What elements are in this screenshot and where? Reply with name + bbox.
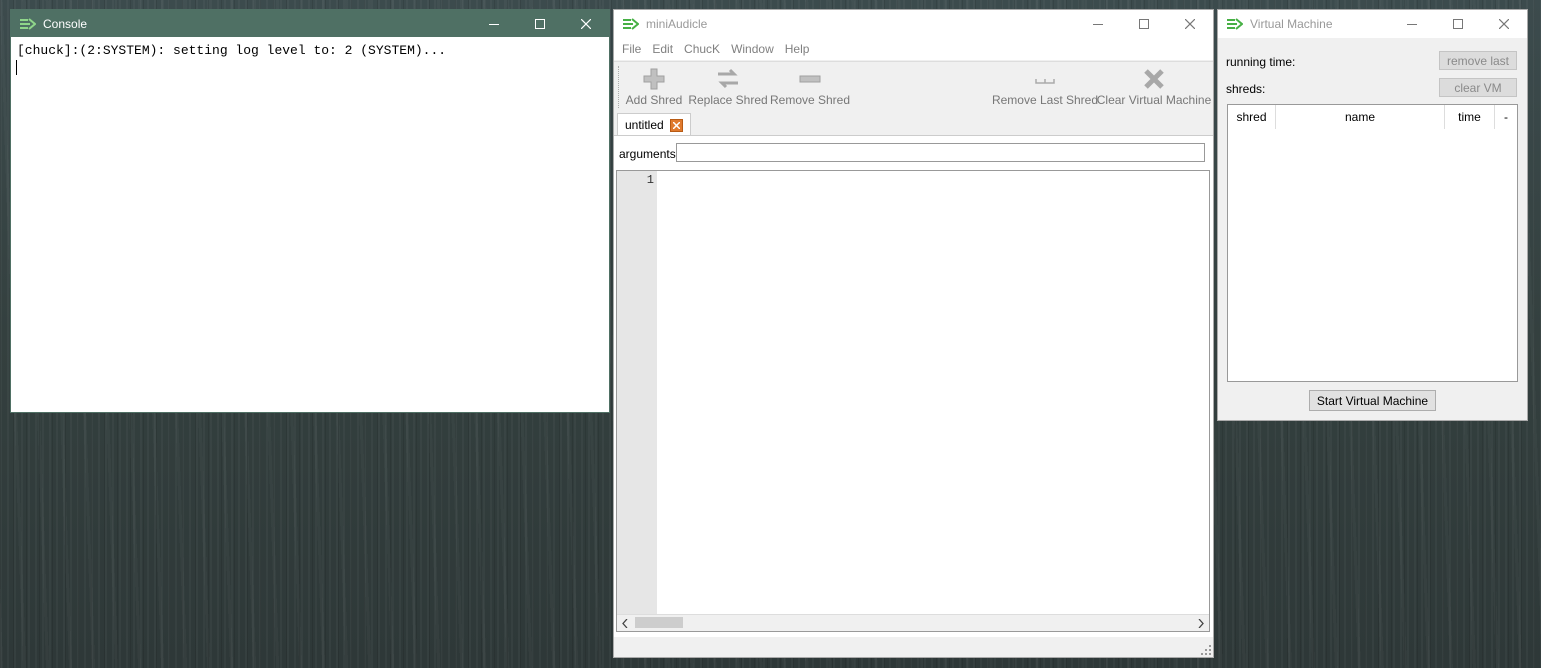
clear-vm-small-button[interactable]: clear VM xyxy=(1439,78,1517,97)
arguments-input[interactable] xyxy=(676,143,1205,162)
menu-edit[interactable]: Edit xyxy=(652,42,673,56)
menu-window[interactable]: Window xyxy=(731,42,774,56)
remove-last-shred-button[interactable]: Remove Last Shred xyxy=(992,62,1098,112)
menubar: File Edit ChucK Window Help xyxy=(614,38,1213,60)
tab-label: untitled xyxy=(625,118,664,132)
running-time-label: running time: xyxy=(1226,55,1296,69)
vm-titlebar[interactable]: Virtual Machine xyxy=(1218,10,1527,38)
remove-shred-button[interactable]: Remove Shred xyxy=(770,62,850,112)
resize-grip-icon[interactable] xyxy=(1201,645,1211,655)
remove-last-button[interactable]: remove last xyxy=(1439,51,1517,70)
start-vm-button[interactable]: Start Virtual Machine xyxy=(1309,390,1436,411)
console-window: Console [chuck]:(2:SYSTEM): setting log … xyxy=(10,9,610,413)
minimize-icon[interactable] xyxy=(1389,10,1435,38)
tab-untitled[interactable]: untitled xyxy=(617,113,691,136)
shreds-label: shreds: xyxy=(1226,82,1266,96)
scroll-left-icon[interactable] xyxy=(617,615,633,631)
column-header-name[interactable]: name xyxy=(1276,105,1445,129)
close-icon[interactable] xyxy=(563,10,609,37)
remove-last-icon xyxy=(1035,79,1055,84)
chuck-logo-icon xyxy=(1227,18,1244,30)
column-header-remove[interactable]: - xyxy=(1495,105,1517,129)
miniaudicle-title: miniAudicle xyxy=(646,17,708,31)
close-icon[interactable] xyxy=(1481,10,1527,38)
scroll-right-icon[interactable] xyxy=(1193,615,1209,631)
minus-icon xyxy=(799,75,821,83)
menu-help[interactable]: Help xyxy=(785,42,810,56)
scrollbar-thumb[interactable] xyxy=(635,617,683,628)
console-titlebar[interactable]: Console xyxy=(11,10,609,37)
line-number-gutter: 1 xyxy=(617,171,657,617)
miniaudicle-titlebar[interactable]: miniAudicle xyxy=(614,10,1213,38)
vm-content: running time: remove last shreds: clear … xyxy=(1218,39,1527,420)
shred-table[interactable]: shred name time - xyxy=(1227,104,1518,382)
maximize-icon[interactable] xyxy=(517,10,563,37)
minimize-icon[interactable] xyxy=(1075,10,1121,38)
clear-vm-button[interactable]: Clear Virtual Machine xyxy=(1097,62,1211,112)
virtual-machine-window: Virtual Machine running time: remove las… xyxy=(1217,9,1528,421)
maximize-icon[interactable] xyxy=(1435,10,1481,38)
console-line: [chuck]:(2:SYSTEM): setting log level to… xyxy=(17,43,447,58)
maximize-icon[interactable] xyxy=(1121,10,1167,38)
column-header-time[interactable]: time xyxy=(1445,105,1495,129)
tab-close-icon[interactable] xyxy=(669,118,683,132)
column-header-shred[interactable]: shred xyxy=(1228,105,1276,129)
replace-shred-button[interactable]: Replace Shred xyxy=(688,62,768,112)
horizontal-scrollbar[interactable] xyxy=(617,614,1209,631)
minimize-icon[interactable] xyxy=(471,10,517,37)
swap-arrows-icon xyxy=(718,68,738,89)
toolbar: Add Shred Replace Shred Remove Shred Rem… xyxy=(614,61,1213,113)
menu-file[interactable]: File xyxy=(622,42,641,56)
code-editor[interactable]: 1 xyxy=(616,170,1210,632)
text-caret xyxy=(16,60,17,75)
status-bar xyxy=(614,637,1213,657)
menu-chuck[interactable]: ChucK xyxy=(684,42,720,56)
add-shred-button[interactable]: Add Shred xyxy=(626,62,682,112)
x-mark-icon xyxy=(1144,69,1164,89)
arguments-label: arguments xyxy=(619,147,676,161)
line-number: 1 xyxy=(646,173,654,187)
chuck-logo-icon xyxy=(623,18,640,30)
chuck-logo-icon xyxy=(20,17,37,30)
console-output[interactable]: [chuck]:(2:SYSTEM): setting log level to… xyxy=(11,38,609,412)
editor-pane: arguments 1 xyxy=(614,135,1213,657)
close-icon[interactable] xyxy=(1167,10,1213,38)
miniaudicle-window: miniAudicle File Edit ChucK Window Help … xyxy=(613,9,1214,658)
toolbar-grip[interactable] xyxy=(618,66,621,108)
plus-icon xyxy=(643,68,665,90)
vm-title: Virtual Machine xyxy=(1250,17,1333,31)
console-title: Console xyxy=(43,16,88,31)
tab-bar: untitled xyxy=(614,111,1213,136)
